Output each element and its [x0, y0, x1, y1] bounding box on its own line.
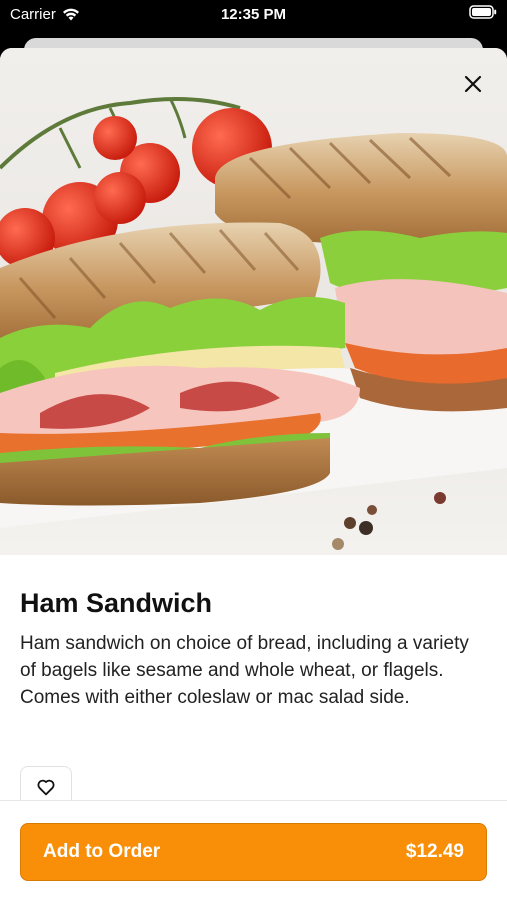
add-to-order-label: Add to Order — [43, 841, 161, 862]
item-description: Ham sandwich on choice of bread, includi… — [20, 633, 469, 708]
item-detail-sheet: Ham Sandwich Ham sandwich on choice of b… — [0, 48, 507, 900]
order-footer: Add to Order $12.49 — [0, 800, 507, 900]
item-price: $12.49 — [405, 841, 464, 862]
heart-icon — [37, 779, 55, 795]
item-image — [0, 48, 507, 555]
add-to-order-button[interactable]: Add to Order $12.49 — [20, 823, 487, 881]
status-time: 12:35 PM — [220, 6, 287, 23]
close-button[interactable] — [459, 70, 487, 98]
close-icon — [464, 75, 482, 93]
status-bar: Carrier 12:35 PM — [0, 0, 507, 30]
item-title: Ham Sandwich — [20, 588, 213, 618]
battery-icon — [469, 5, 497, 23]
